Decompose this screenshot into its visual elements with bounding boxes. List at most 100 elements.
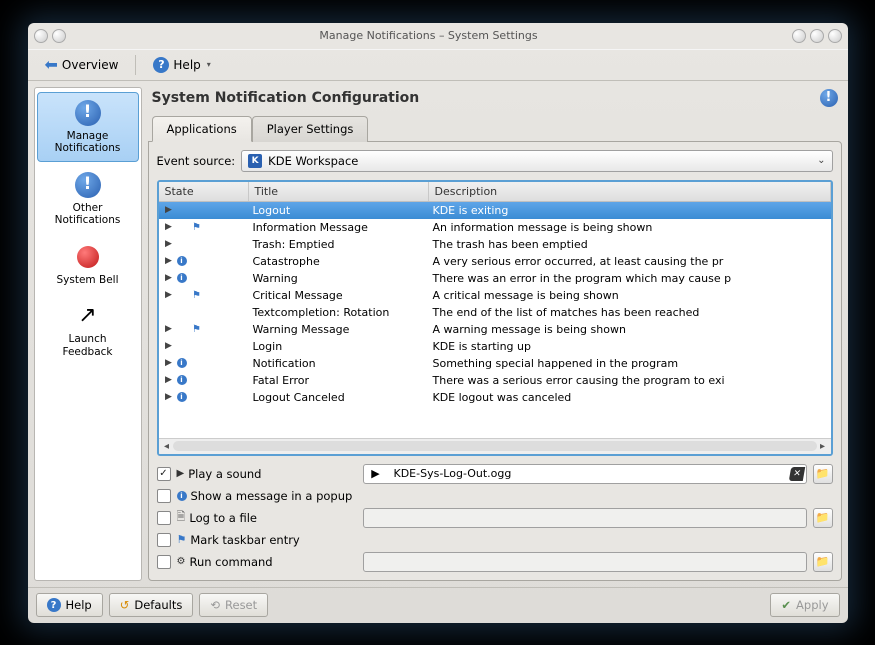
cell-description: There was a serious error causing the pr… [429,374,831,387]
sidebar-item-manage-notifications[interactable]: ! Manage Notifications [37,92,139,162]
flag-icon: ⚑ [191,221,203,233]
sound-file-field[interactable]: ▶ ✕ [363,464,807,484]
table-row[interactable]: ▶iLogout CanceledKDE logout was canceled [159,389,831,406]
table-row[interactable]: ▶iNotificationSomething special happened… [159,355,831,372]
browse-sound-button[interactable]: 📁 [813,464,833,484]
option-popup: i Show a message in a popup [157,489,833,503]
minimize-button[interactable] [792,29,806,43]
play-icon: ▶ [163,323,175,335]
log-file-checkbox[interactable] [157,511,171,525]
scroll-right-icon[interactable]: ▸ [817,441,829,452]
info-icon[interactable]: ! [820,89,838,107]
play-icon: ▶ [177,468,185,479]
table-body[interactable]: ▶LogoutKDE is exiting▶⚑Information Messa… [159,202,831,438]
cell-state: ▶ [159,340,249,352]
table-header: State Title Description [159,182,831,202]
mark-taskbar-checkbox[interactable] [157,533,171,547]
info-icon: i [177,375,187,385]
help-label: Help [173,58,200,72]
reset-button[interactable]: ⟲ Reset [199,593,268,617]
popup-checkbox[interactable] [157,489,171,503]
table-row[interactable]: ▶iCatastropheA very serious error occurr… [159,253,831,270]
play-sound-checkbox[interactable]: ✓ [157,467,171,481]
cell-title: Warning Message [249,323,429,336]
wrench-icon[interactable] [34,29,48,43]
table-row[interactable]: ▶iFatal ErrorThere was a serious error c… [159,372,831,389]
info-icon: i [177,256,187,266]
horizontal-scrollbar[interactable]: ◂ ▸ [159,438,831,454]
overview-button[interactable]: ⬅ Overview [36,51,128,78]
cell-description: A warning message is being shown [429,323,831,336]
apply-button[interactable]: ✔ Apply [770,593,839,617]
button-bar: ? Help ↺ Defaults ⟲ Reset ✔ Apply [28,587,848,623]
pin-icon[interactable] [52,29,66,43]
close-button[interactable] [828,29,842,43]
tab-player-settings[interactable]: Player Settings [252,116,369,142]
window-body: ! Manage Notifications ! Other Notificat… [28,81,848,587]
table-row[interactable]: ▶iWarningThere was an error in the progr… [159,270,831,287]
sidebar-item-label: Manage Notifications [55,130,121,155]
sidebar-item-launch-feedback[interactable]: ↗ Launch Feedback [37,295,139,365]
table-row[interactable]: Textcompletion: RotationThe end of the l… [159,304,831,321]
column-state[interactable]: State [159,182,249,201]
log-file-input[interactable] [363,508,807,528]
run-command-checkbox[interactable] [157,555,171,569]
info-icon: i [177,491,187,501]
table-row[interactable]: ▶LoginKDE is starting up [159,338,831,355]
toolbar: ⬅ Overview ? Help ▾ [28,49,848,81]
sidebar-item-system-bell[interactable]: System Bell [37,236,139,294]
help-button[interactable]: ? Help [36,593,103,617]
tab-applications[interactable]: Applications [152,116,252,142]
window-title: Manage Notifications – System Settings [66,29,792,42]
cell-state: ▶i [159,255,249,267]
play-icon: ▶ [163,391,175,403]
sidebar-item-label: Launch Feedback [62,333,112,358]
cell-description: The trash has been emptied [429,238,831,251]
run-command-input[interactable] [363,552,807,572]
defaults-button[interactable]: ↺ Defaults [109,593,194,617]
table-row[interactable]: ▶⚑Critical MessageA critical message is … [159,287,831,304]
gear-icon: ⚙ [177,556,186,567]
cell-description: There was an error in the program which … [429,272,831,285]
column-title[interactable]: Title [249,182,429,201]
cell-description: Something special happened in the progra… [429,357,831,370]
event-source-combo[interactable]: K KDE Workspace ⌄ [241,150,832,172]
cell-description: KDE is exiting [429,204,831,217]
chevron-down-icon: ⌄ [817,155,825,166]
help-icon: ? [153,57,169,73]
play-icon: ▶ [163,340,175,352]
info-icon: i [177,273,187,283]
help-menu-button[interactable]: ? Help ▾ [144,53,219,77]
flag-icon: ⚑ [191,323,203,335]
option-label: i Show a message in a popup [177,489,357,503]
scroll-left-icon[interactable]: ◂ [161,441,173,452]
option-label: 🗎 Log to a file [177,508,357,527]
cell-description: KDE logout was canceled [429,391,831,404]
option-label: ⚙ Run command [177,555,357,569]
maximize-button[interactable] [810,29,824,43]
table-row[interactable]: ▶ ⚑ Warning MessageA warning message is be… [159,321,831,338]
cell-state: ▶⚑ [159,221,249,233]
cell-title: Textcompletion: Rotation [249,306,429,319]
browse-command-button[interactable]: 📁 [813,552,833,572]
cell-state: ▶i [159,391,249,403]
help-icon: ? [47,598,61,612]
option-mark-taskbar: ⚑ Mark taskbar entry [157,533,833,547]
info-icon: i [177,358,187,368]
browse-log-button[interactable]: 📁 [813,508,833,528]
scrollbar-track[interactable] [173,441,817,451]
sound-file-input[interactable] [390,467,786,480]
preview-sound-button[interactable]: ▶ [366,464,386,484]
cell-state: ▶i [159,374,249,386]
play-icon: ▶ [163,238,175,250]
table-row[interactable]: ▶⚑Information MessageAn information mess… [159,219,831,236]
clear-icon[interactable]: ✕ [788,467,804,481]
event-source-row: Event source: K KDE Workspace ⌄ [157,150,833,172]
cell-title: Warning [249,272,429,285]
sidebar-item-other-notifications[interactable]: ! Other Notifications [37,164,139,234]
cell-description: An information message is being shown [429,221,831,234]
table-row[interactable]: ▶Trash: EmptiedThe trash has been emptie… [159,236,831,253]
bell-icon [74,243,102,271]
column-description[interactable]: Description [429,182,831,201]
table-row[interactable]: ▶LogoutKDE is exiting [159,202,831,219]
